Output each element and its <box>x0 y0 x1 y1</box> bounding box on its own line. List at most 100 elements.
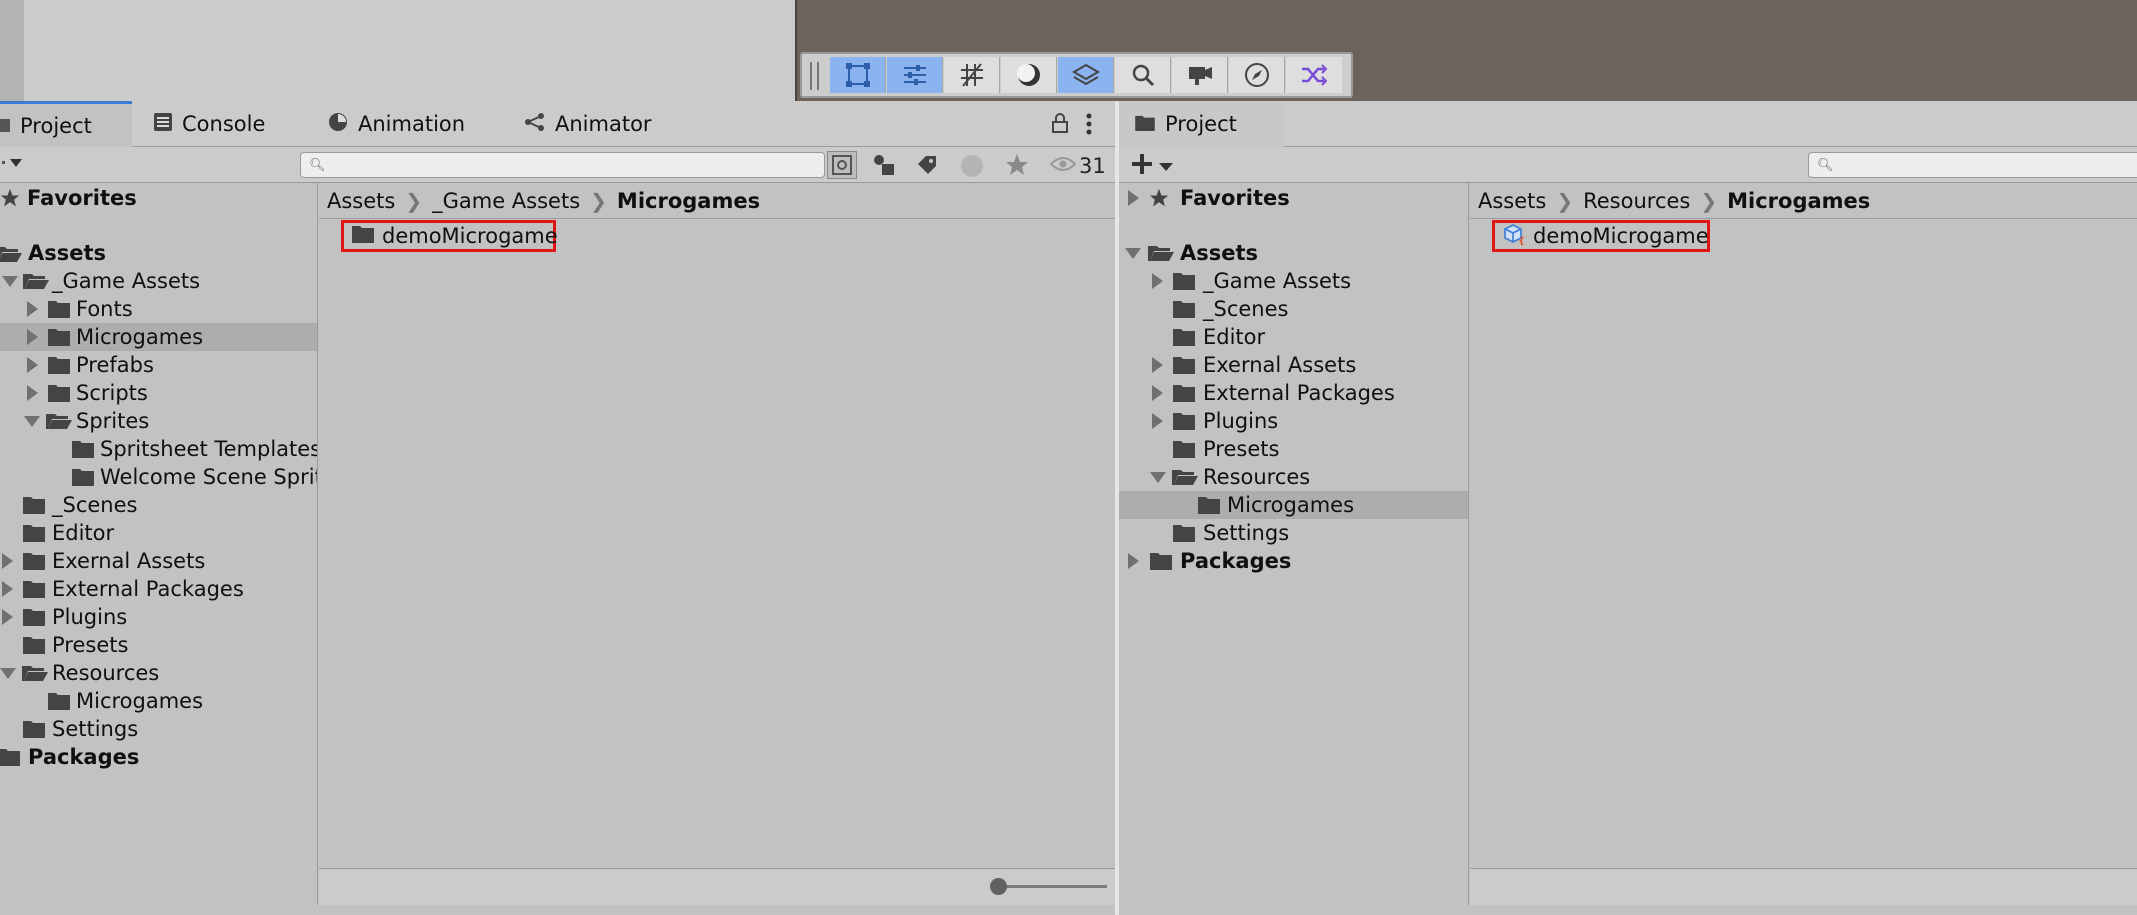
collapse-arrow-icon[interactable] <box>27 357 38 373</box>
camera-icon[interactable] <box>1172 57 1228 93</box>
tab-animation[interactable]: Animation <box>322 101 482 147</box>
zoom-slider-thumb[interactable] <box>990 878 1007 895</box>
tree-item-sprites[interactable]: Sprites <box>0 407 317 435</box>
tree-item-resources-microgames[interactable]: Microgames <box>0 687 317 715</box>
collapse-arrow-icon[interactable] <box>1152 273 1163 289</box>
tree-item-resources[interactable]: Resources <box>0 659 317 687</box>
breadcrumb-item[interactable]: Assets <box>327 189 395 213</box>
tree-item-game-assets[interactable]: _Game Assets <box>0 267 317 295</box>
expand-arrow-icon[interactable] <box>1125 248 1141 259</box>
more-options-icon[interactable] <box>1085 113 1093 139</box>
collapse-arrow-icon[interactable] <box>1152 413 1163 429</box>
tree-item-external-packages[interactable]: External Packages <box>0 575 317 603</box>
breadcrumb-current[interactable]: Microgames <box>617 189 760 213</box>
breadcrumb-item[interactable]: Resources <box>1583 189 1690 213</box>
compass-icon[interactable] <box>1229 57 1285 93</box>
folder-icon <box>72 440 96 458</box>
folder-icon <box>0 748 22 766</box>
collapse-arrow-icon[interactable] <box>2 553 13 569</box>
collapse-arrow-icon[interactable] <box>2 581 13 597</box>
breadcrumb-current[interactable]: Microgames <box>1727 189 1870 213</box>
folder-icon <box>48 328 72 346</box>
expand-arrow-icon[interactable] <box>0 668 16 679</box>
tree-item-editor[interactable]: Editor <box>0 519 317 547</box>
hidden-packages-toggle[interactable]: 31 <box>1049 154 1106 178</box>
tree-item-settings[interactable]: Settings <box>0 715 317 743</box>
tab-animator[interactable]: Animator <box>519 101 679 147</box>
filter-by-type-icon[interactable] <box>872 154 896 180</box>
folder-icon <box>23 496 47 514</box>
tree-item-favorites[interactable]: Favorites <box>1119 184 1468 212</box>
tree-item-assets[interactable]: Assets <box>1119 239 1468 267</box>
folder-icon <box>23 720 47 738</box>
tree-item-welcome-scene-sprites[interactable]: Welcome Scene Sprites <box>0 463 317 491</box>
collapse-arrow-icon[interactable] <box>1128 190 1139 206</box>
tree-item-fonts[interactable]: Fonts <box>0 295 317 323</box>
tree-item-plugins[interactable]: Plugins <box>0 603 317 631</box>
expand-arrow-icon[interactable] <box>2 276 18 287</box>
tree-item-packages[interactable]: Packages <box>1119 547 1468 575</box>
tab-project[interactable]: Project <box>1119 101 1284 147</box>
grid-snap-icon[interactable] <box>944 57 1000 93</box>
tree-item-resources[interactable]: Resources <box>1119 463 1468 491</box>
breadcrumb-item[interactable]: _Game Assets <box>432 189 580 213</box>
asset-item-demomicrogame[interactable]: demoMicrogame <box>341 220 558 252</box>
tree-item-presets[interactable]: Presets <box>1119 435 1468 463</box>
tree-item-external-packages[interactable]: External Packages <box>1119 379 1468 407</box>
create-dropdown-icon[interactable] <box>2 155 24 174</box>
shuffle-icon[interactable] <box>1286 57 1342 93</box>
search-input[interactable]: 🔍︎ <box>1808 152 2137 178</box>
collapse-arrow-icon[interactable] <box>1152 385 1163 401</box>
tree-item-scripts[interactable]: Scripts <box>0 379 317 407</box>
tree-item-prefabs[interactable]: Prefabs <box>0 351 317 379</box>
tree-item-editor[interactable]: Editor <box>1119 323 1468 351</box>
folder-icon <box>23 552 47 570</box>
tree-item-plugins[interactable]: Plugins <box>1119 407 1468 435</box>
tree-item-microgames[interactable]: Microgames <box>0 323 317 351</box>
expand-arrow-icon[interactable] <box>1150 472 1166 483</box>
shading-icon[interactable] <box>1001 57 1057 93</box>
tree-item-packages[interactable]: Packages <box>0 743 317 771</box>
collapse-arrow-icon[interactable] <box>1128 553 1139 569</box>
rect-tool-icon[interactable] <box>830 57 886 93</box>
tree-item-exernal-assets[interactable]: Exernal Assets <box>1119 351 1468 379</box>
search-input[interactable]: 🔍︎ <box>300 152 825 178</box>
create-dropdown[interactable] <box>1131 153 1173 179</box>
folder-open-icon <box>1172 468 1198 486</box>
collapse-arrow-icon[interactable] <box>27 301 38 317</box>
folder-open-icon <box>46 412 72 430</box>
lock-icon[interactable] <box>1052 113 1068 137</box>
tree-item-presets[interactable]: Presets <box>0 631 317 659</box>
collapse-arrow-icon[interactable] <box>27 385 38 401</box>
tree-item-resources-microgames[interactable]: Microgames <box>1119 491 1468 519</box>
filter-by-label-icon[interactable] <box>916 154 938 180</box>
tree-item-scenes[interactable]: _Scenes <box>1119 295 1468 323</box>
folder-icon <box>0 114 10 138</box>
tab-console[interactable]: Console <box>148 101 288 147</box>
log-badge-icon[interactable] <box>960 154 984 182</box>
folder-icon <box>23 636 47 654</box>
collapse-arrow-icon[interactable] <box>1152 357 1163 373</box>
drag-handle[interactable] <box>810 62 819 90</box>
folder-icon <box>23 524 47 542</box>
asset-item-demomicrogame[interactable]: {} demoMicrogame <box>1492 220 1710 252</box>
search-mode-icon[interactable] <box>827 151 857 179</box>
tree-item-game-assets[interactable]: _Game Assets <box>1119 267 1468 295</box>
search-icon[interactable] <box>1115 57 1171 93</box>
layers-icon[interactable] <box>1058 57 1114 93</box>
tree-item-settings[interactable]: Settings <box>1119 519 1468 547</box>
zoom-slider-track[interactable] <box>1001 885 1107 888</box>
tree-item-scenes[interactable]: _Scenes <box>0 491 317 519</box>
breadcrumb-item[interactable]: Assets <box>1478 189 1546 213</box>
expand-arrow-icon[interactable] <box>24 416 40 427</box>
collapse-arrow-icon[interactable] <box>27 329 38 345</box>
collapse-arrow-icon[interactable] <box>2 609 13 625</box>
transform-tool-icon[interactable] <box>887 57 943 93</box>
tab-project[interactable]: Project <box>0 101 132 147</box>
tree-item-spritsheet-templates[interactable]: Spritsheet Templates <box>0 435 317 463</box>
tree-item-exernal-assets[interactable]: Exernal Assets <box>0 547 317 575</box>
tree-item-assets[interactable]: Assets <box>0 239 317 267</box>
chevron-right-icon: ❯ <box>590 189 607 213</box>
star-icon[interactable] <box>1005 153 1029 181</box>
tree-item-favorites[interactable]: Favorites <box>0 184 317 212</box>
